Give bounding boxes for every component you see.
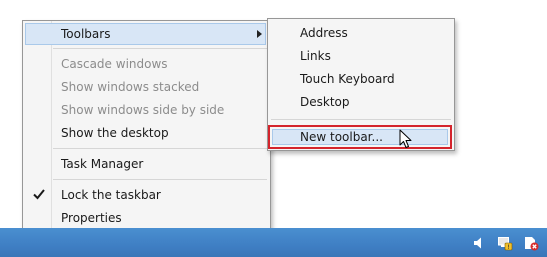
menu-item-task-manager[interactable]: Task Manager — [23, 153, 270, 175]
menu-item-label: Links — [300, 49, 331, 63]
submenu-item-address[interactable]: Address — [268, 22, 454, 44]
menu-item-label: Show windows stacked — [61, 80, 200, 94]
menu-item-label: Toolbars — [61, 27, 111, 41]
action-center-icon[interactable] — [523, 235, 539, 251]
menu-item-properties[interactable]: Properties — [23, 207, 270, 229]
menu-item-show-the-desktop[interactable]: Show the desktop — [23, 122, 270, 144]
menu-item-label: Show the desktop — [61, 126, 169, 140]
menu-item-label: Show windows side by side — [61, 103, 225, 117]
menu-item-lock-the-taskbar[interactable]: Lock the taskbar — [23, 184, 270, 206]
network-icon[interactable]: ! — [497, 235, 513, 251]
checkmark-icon — [33, 189, 45, 200]
taskbar[interactable]: ! — [0, 228, 547, 257]
svg-text:!: ! — [507, 243, 510, 251]
menu-item-show-windows-side-by-side: Show windows side by side — [23, 99, 270, 121]
menu-separator — [53, 148, 267, 149]
submenu-item-new-toolbar[interactable]: New toolbar... — [268, 126, 454, 148]
toolbars-submenu: Address Links Touch Keyboard Desktop New… — [267, 18, 455, 151]
menu-item-label: Desktop — [300, 95, 350, 109]
menu-item-cascade-windows: Cascade windows — [23, 53, 270, 75]
menu-separator — [53, 179, 267, 180]
speaker-icon[interactable] — [471, 235, 487, 251]
menu-item-label: Address — [300, 26, 348, 40]
menu-item-label: Lock the taskbar — [61, 188, 161, 202]
system-tray: ! — [471, 235, 539, 251]
menu-item-label: Cascade windows — [61, 57, 168, 71]
menu-item-label: New toolbar... — [300, 130, 383, 144]
submenu-arrow-icon — [257, 30, 262, 38]
taskbar-context-menu: Toolbars Cascade windows Show windows st… — [22, 20, 271, 233]
menu-separator — [53, 48, 267, 49]
submenu-item-desktop[interactable]: Desktop — [268, 91, 454, 113]
submenu-item-touch-keyboard[interactable]: Touch Keyboard — [268, 68, 454, 90]
menu-separator — [271, 119, 451, 120]
submenu-item-links[interactable]: Links — [268, 45, 454, 67]
menu-item-label: Touch Keyboard — [300, 72, 395, 86]
mouse-pointer-icon — [399, 129, 412, 148]
menu-item-label: Properties — [61, 211, 122, 225]
menu-item-show-windows-stacked: Show windows stacked — [23, 76, 270, 98]
menu-item-label: Task Manager — [61, 157, 144, 171]
menu-item-toolbars[interactable]: Toolbars — [23, 23, 270, 45]
